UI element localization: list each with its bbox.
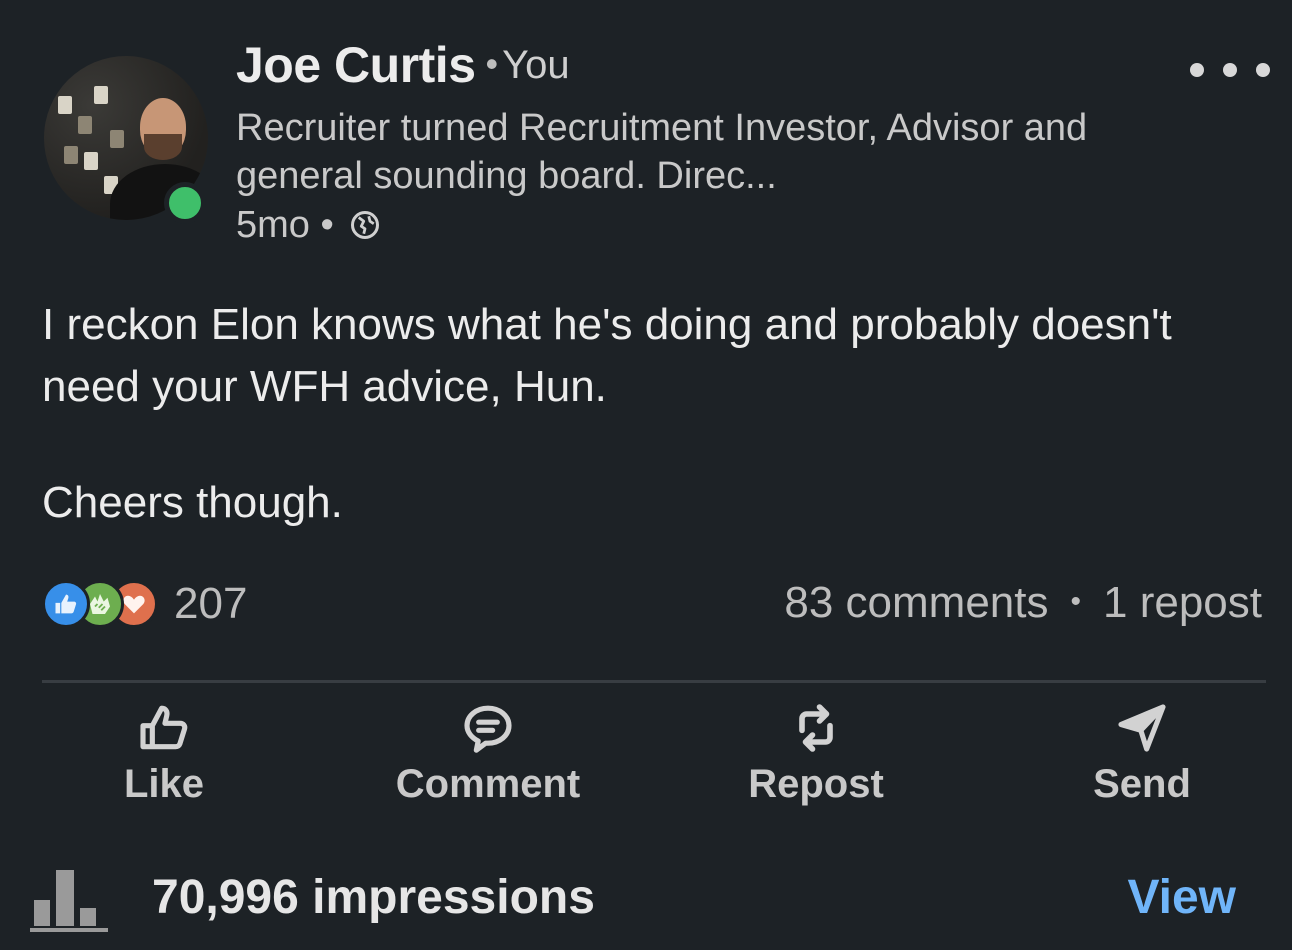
reactions-summary[interactable]: 207 (42, 578, 247, 630)
thumbs-up-icon (140, 705, 188, 750)
post-paragraph: I reckon Elon knows what he's doing and … (42, 300, 1172, 411)
comment-button[interactable]: Comment (368, 700, 608, 807)
comment-label: Comment (395, 762, 581, 806)
repost-label: Repost (748, 762, 884, 806)
separator-dot: • (320, 204, 345, 246)
globe-icon (351, 211, 380, 239)
view-analytics-link[interactable]: View (1127, 870, 1236, 925)
repost-icon (799, 704, 833, 752)
post-body: I reckon Elon knows what he's doing and … (42, 294, 1242, 534)
avatar-person-beard (144, 134, 182, 160)
avatar-bg-frame (64, 146, 78, 164)
like-label: Like (123, 762, 205, 806)
feed-post: Joe Curtis • You Recruiter turned Recruitm… (0, 0, 1292, 950)
repost-button[interactable]: Repost (696, 700, 936, 807)
author-headline: Recruiter turned Recruitment Investor, A… (236, 107, 1088, 197)
post-paragraph: Cheers though. (42, 478, 343, 527)
avatar-bg-frame (94, 86, 108, 104)
send-label: Send (1093, 762, 1191, 806)
avatar-bg-frame (84, 152, 98, 170)
send-button[interactable]: Send (1022, 700, 1262, 807)
more-dot (1223, 63, 1237, 77)
avatar-bg-frame (110, 130, 124, 148)
like-reaction-icon (42, 580, 90, 628)
avatar-bg-frame (58, 96, 72, 114)
comments-count-link[interactable]: 83 comments (784, 578, 1048, 627)
comment-icon (464, 705, 512, 753)
post-meta: 5mo • (236, 204, 380, 247)
more-options-button[interactable] (1190, 58, 1270, 82)
send-icon (1118, 704, 1166, 752)
avatar-bg-frame (78, 116, 92, 134)
author-relation: You (502, 43, 570, 87)
post-time: 5mo (236, 204, 310, 246)
like-button[interactable]: Like (44, 700, 284, 807)
more-dot (1190, 63, 1204, 77)
divider (42, 680, 1266, 683)
analytics-bar-chart-icon (30, 870, 108, 932)
author-name[interactable]: Joe Curtis (236, 37, 476, 93)
author-name-line: Joe Curtis • You (236, 36, 570, 94)
engagement-counts: 83 comments • 1 repost (784, 578, 1262, 628)
reaction-count: 207 (174, 579, 248, 628)
separator-dot: • (1070, 585, 1082, 618)
separator-dot: • (485, 43, 499, 84)
online-status-indicator (164, 182, 206, 224)
impressions-count: 70,996 impressions (152, 871, 595, 924)
reposts-count-link[interactable]: 1 repost (1103, 578, 1262, 627)
more-dot (1256, 63, 1270, 77)
